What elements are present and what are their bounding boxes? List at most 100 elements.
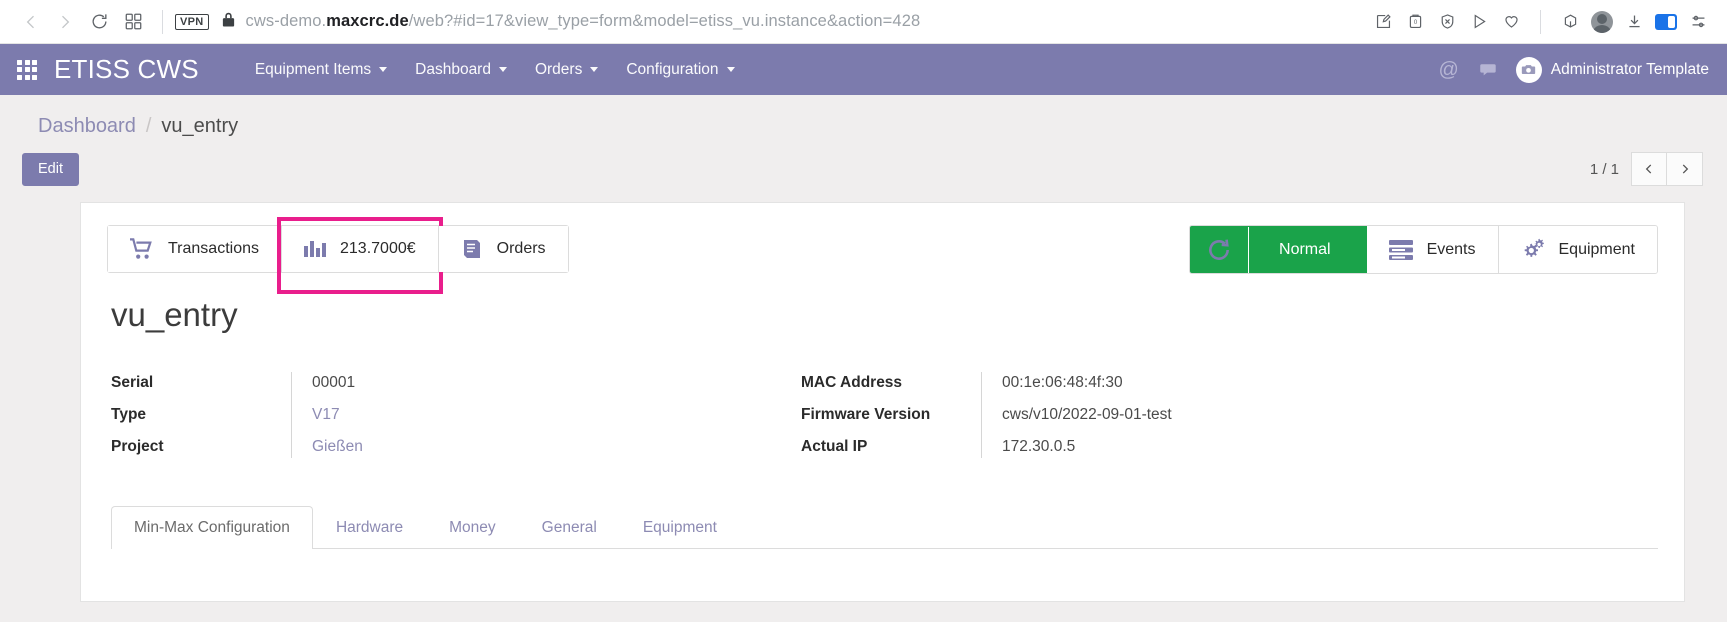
status-badge[interactable]: Normal (1190, 226, 1367, 273)
menu-label: Dashboard (415, 60, 491, 78)
field-label-mac-address: MAC Address (801, 374, 903, 391)
events-button[interactable]: Events (1366, 226, 1498, 273)
settings-sliders-icon[interactable] (1683, 7, 1713, 37)
menu-label: Configuration (626, 60, 719, 78)
url-host: maxcrc.de (326, 12, 409, 30)
profile-icon[interactable] (1587, 7, 1617, 37)
fields-right-column: MAC Address Firmware Version Actual IP 0… (801, 372, 1172, 458)
field-label-type: Type (111, 406, 147, 423)
orders-stat-button[interactable]: Orders (437, 226, 568, 272)
field-labels-right: MAC Address Firmware Version Actual IP (801, 372, 981, 458)
tab-general[interactable]: General (519, 506, 620, 549)
menu-label: Equipment Items (254, 60, 372, 78)
menu-item-dashboard[interactable]: Dashboard (401, 53, 521, 87)
user-menu[interactable]: Administrator Template (1515, 56, 1709, 83)
sidebar-icon[interactable] (1651, 7, 1681, 37)
back-icon[interactable] (14, 5, 48, 39)
breadcrumb: Dashboard / vu_entry (0, 95, 1727, 138)
right-stat-button-group: Normal Events Equipment (1189, 225, 1658, 274)
brand-title[interactable]: ETISS CWS (54, 54, 199, 85)
field-values-right: 00:1e:06:48:4f:30 cws/v10/2022-09-01-tes… (981, 372, 1172, 458)
pager-prev-button[interactable] (1631, 152, 1667, 186)
stat-label: Equipment (1558, 240, 1636, 258)
book-icon (461, 238, 483, 260)
list-rows-icon (1388, 239, 1413, 260)
tab-hardware[interactable]: Hardware (313, 506, 426, 549)
record-tabs: Min-Max Configuration Hardware Money Gen… (111, 506, 1658, 549)
pager-buttons (1631, 152, 1703, 186)
field-value-actual-ip: 172.30.0.5 (1002, 438, 1076, 455)
reload-icon[interactable] (82, 5, 116, 39)
address-bar[interactable]: cws-demo.maxcrc.de/web?#id=17&view_type=… (246, 12, 1368, 31)
tab-equipment[interactable]: Equipment (620, 506, 740, 549)
stat-label: Events (1426, 240, 1476, 258)
field-values-left: 00001 V17 Gießen (291, 372, 363, 458)
field-label-actual-ip: Actual IP (801, 438, 868, 455)
field-label-project: Project (111, 438, 164, 455)
pager-next-button[interactable] (1667, 152, 1703, 186)
money-stat-button[interactable]: 213.7000€ (277, 217, 443, 294)
edit-button[interactable]: Edit (22, 152, 79, 186)
breadcrumb-link-dashboard[interactable]: Dashboard (38, 115, 136, 138)
download-icon[interactable] (1619, 7, 1649, 37)
field-label-firmware-version: Firmware Version (801, 406, 931, 423)
menu-item-orders[interactable]: Orders (521, 53, 612, 87)
forward-icon[interactable] (48, 5, 82, 39)
vpn-badge[interactable]: VPN (175, 13, 209, 30)
svg-text:0: 0 (1413, 20, 1417, 26)
refresh-icon[interactable] (1190, 226, 1250, 273)
chevron-down-icon (726, 67, 735, 72)
field-value-type[interactable]: V17 (312, 404, 363, 426)
chat-bubble-icon[interactable] (1477, 59, 1498, 80)
chevron-down-icon (590, 67, 599, 72)
menu-item-configuration[interactable]: Configuration (612, 53, 748, 87)
breadcrumb-separator: / (145, 115, 152, 137)
user-name-label: Administrator Template (1550, 60, 1709, 78)
url-prefix: cws-demo. (245, 12, 327, 30)
record-sheet: Transactions 213.7000€ Orders Normal Eve… (80, 202, 1685, 602)
send-icon[interactable] (1464, 7, 1494, 37)
main-menu: Equipment Items Dashboard Orders Configu… (241, 53, 1439, 87)
url-path: /web?#id=17&view_type=form&model=etiss_v… (408, 12, 921, 30)
bar-chart-icon (304, 239, 326, 259)
field-label-serial: Serial (111, 374, 154, 391)
gears-icon (1521, 238, 1545, 261)
browser-actions: 0 (1368, 7, 1713, 37)
apps-grid-icon[interactable] (0, 59, 54, 80)
fields-left-column: Serial Type Project 00001 V17 Gießen (111, 372, 801, 458)
breadcrumb-current: vu_entry (161, 115, 239, 137)
block-icon[interactable] (1432, 7, 1462, 37)
transactions-stat-button[interactable]: Transactions (108, 226, 281, 272)
menu-item-equipment-items[interactable]: Equipment Items (241, 53, 401, 87)
toolbar-divider-2 (1540, 9, 1541, 34)
pager-count: 1 / 1 (1589, 160, 1619, 178)
chevron-down-icon (379, 67, 388, 72)
stat-label: Transactions (168, 240, 259, 257)
field-value-firmware-version: cws/v10/2022-09-01-test (1002, 406, 1172, 423)
equipment-button[interactable]: Equipment (1497, 226, 1657, 273)
at-mention-icon[interactable]: @ (1438, 60, 1458, 80)
left-stat-button-group: Transactions 213.7000€ Orders (107, 217, 569, 294)
tab-grid-icon[interactable] (116, 5, 150, 39)
edit-page-icon[interactable] (1368, 7, 1398, 37)
browser-toolbar: VPN cws-demo.maxcrc.de/web?#id=17&view_t… (0, 0, 1727, 44)
menu-label: Orders (534, 60, 583, 78)
tab-min-max-configuration[interactable]: Min-Max Configuration (111, 506, 313, 549)
field-labels-left: Serial Type Project (111, 372, 291, 458)
record-fields: Serial Type Project 00001 V17 Gießen MAC… (111, 372, 1658, 458)
heart-icon[interactable] (1496, 7, 1526, 37)
shopping-cart-icon (130, 238, 154, 260)
package-icon[interactable] (1555, 7, 1585, 37)
field-value-serial: 00001 (312, 374, 356, 391)
screenshot-icon[interactable]: 0 (1400, 7, 1430, 37)
page-body: Dashboard / vu_entry Edit 1 / 1 Transact… (0, 95, 1727, 622)
camera-avatar-icon (1515, 56, 1542, 83)
toolbar-divider (162, 9, 163, 34)
stat-label: Orders (496, 240, 546, 257)
field-value-mac-address: 00:1e:06:48:4f:30 (1002, 374, 1123, 391)
status-label: Normal (1279, 240, 1331, 258)
field-value-project[interactable]: Gießen (312, 436, 363, 458)
lock-icon[interactable] (221, 11, 236, 33)
tab-money[interactable]: Money (426, 506, 519, 549)
record-controls: Edit 1 / 1 (0, 138, 1727, 186)
